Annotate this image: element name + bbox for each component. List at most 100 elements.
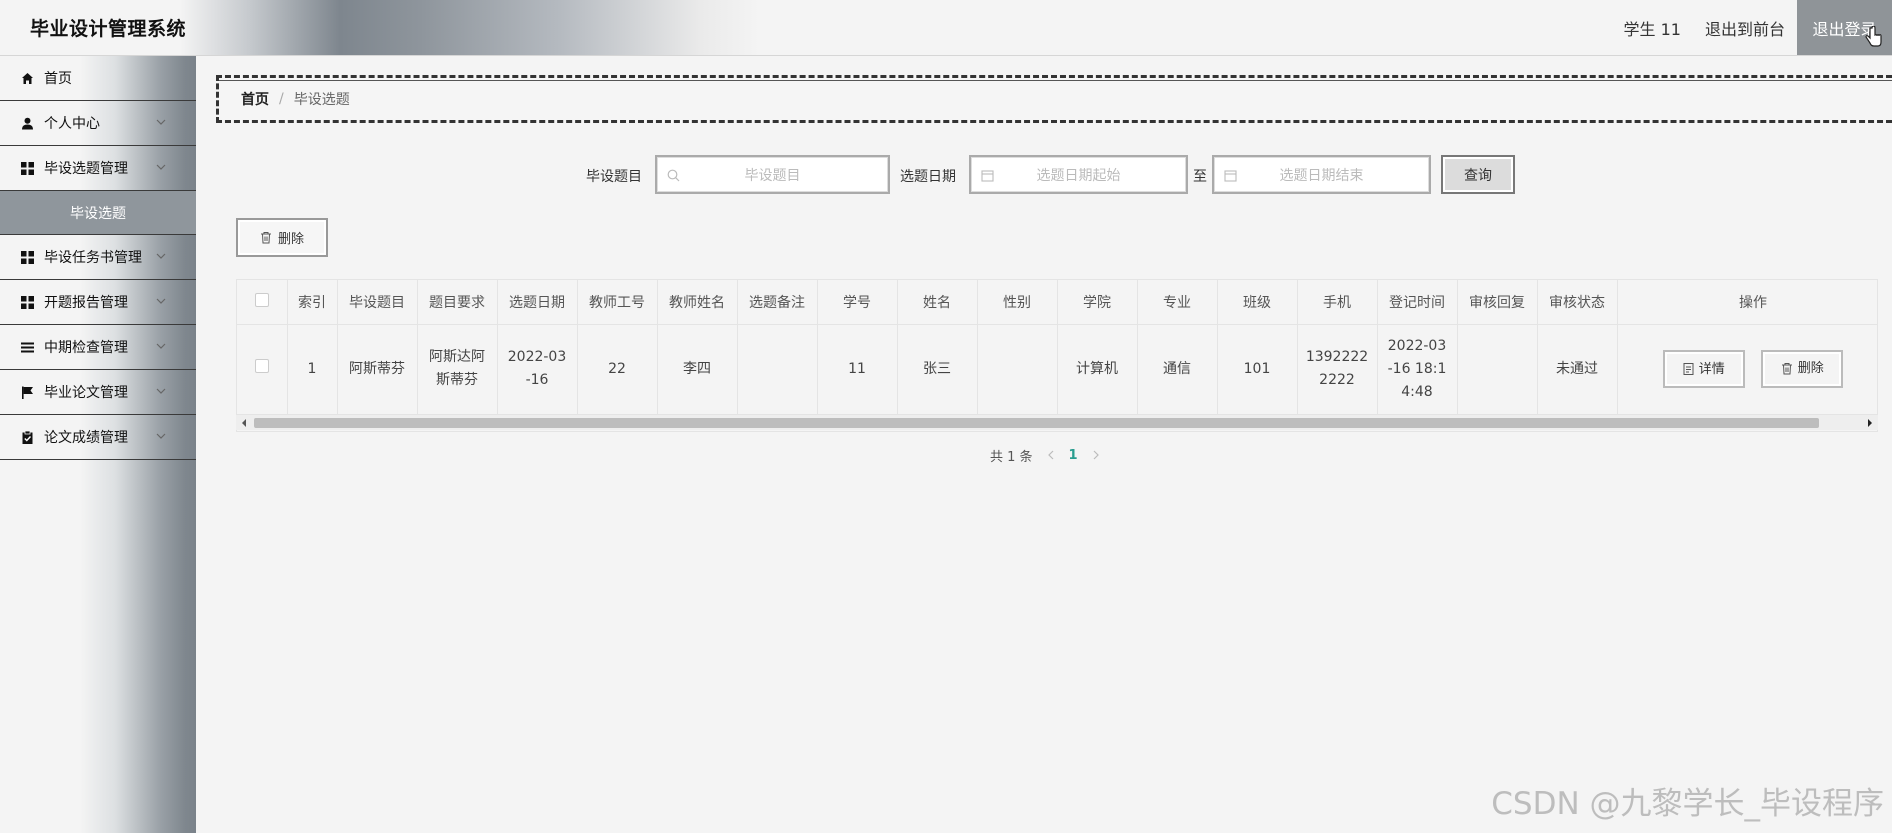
select-all-cell[interactable] <box>237 280 288 325</box>
column-header: 手机 <box>1297 280 1378 325</box>
sidebar-item-proposal-management[interactable]: 开题报告管理 <box>0 280 196 325</box>
breadcrumb-current: 毕设选题 <box>293 92 350 108</box>
column-header: 专业 <box>1137 280 1218 325</box>
column-header: 审核状态 <box>1537 280 1618 325</box>
column-header: 审核回复 <box>1457 280 1538 325</box>
cell-register-time: 2022-03-16 18:14:48 <box>1377 324 1458 415</box>
chevron-down-icon <box>156 388 166 394</box>
cell-phone: 13922222222 <box>1297 324 1378 415</box>
cell-review-reply <box>1457 324 1538 415</box>
column-header: 性别 <box>977 280 1058 325</box>
cell-class: 101 <box>1217 324 1298 415</box>
sidebar-item-home[interactable]: 首页 <box>0 56 196 101</box>
calendar-icon <box>981 170 994 182</box>
batch-delete-button[interactable]: 删除 <box>236 218 328 257</box>
breadcrumb-home[interactable]: 首页 <box>241 89 269 109</box>
cell-review-status: 未通过 <box>1537 324 1618 415</box>
cell-gender <box>977 324 1058 415</box>
scroll-right-icon[interactable] <box>1866 418 1874 428</box>
cell-index: 1 <box>287 324 338 415</box>
chevron-down-icon <box>156 343 166 349</box>
column-header: 操作 <box>1617 280 1877 325</box>
detail-label: 详情 <box>1698 361 1725 377</box>
search-form: 毕设题目 毕设题目 选题日期 选题日期起始 至 选题日期结束 查询 <box>0 155 1892 195</box>
logout-button[interactable]: 退出登录 <box>1797 0 1892 55</box>
start-date-input[interactable]: 选题日期起始 <box>969 155 1188 194</box>
row-delete-button[interactable]: 删除 <box>1761 349 1844 388</box>
header-actions: 学生 11 退出到前台 退出登录 <box>1624 0 1892 55</box>
trash-icon <box>260 232 271 244</box>
chevron-left-icon[interactable] <box>1045 449 1057 461</box>
topic-label: 毕设题目 <box>586 169 642 185</box>
column-header: 学院 <box>1057 280 1138 325</box>
chevron-down-icon <box>156 253 166 259</box>
column-header: 选题备注 <box>737 280 818 325</box>
column-header: 题目要求 <box>417 280 498 325</box>
sidebar-subitem-topic[interactable]: 毕设选题 <box>0 191 196 235</box>
top-header: 毕业设计管理系统 学生 11 退出到前台 退出登录 <box>0 0 1892 56</box>
cell-teacher-name: 李四 <box>657 324 738 415</box>
cell-select-date: 2022-03-16 <box>497 324 578 415</box>
breadcrumb: 首页 / 毕设选题 <box>216 75 1892 123</box>
list-icon <box>20 340 34 354</box>
exit-to-front-link[interactable]: 退出到前台 <box>1705 16 1785 40</box>
row-checkbox[interactable] <box>254 358 269 373</box>
sidebar-item-label: 首页 <box>44 71 72 87</box>
search-icon <box>667 169 680 182</box>
end-date-placeholder: 选题日期结束 <box>1279 167 1364 184</box>
sidebar-item-personal-center[interactable]: 个人中心 <box>0 101 196 146</box>
flag-icon <box>20 385 34 399</box>
row-select-cell[interactable] <box>237 324 288 415</box>
scrollbar-thumb[interactable] <box>254 418 1819 428</box>
date-label: 选题日期 <box>900 169 956 185</box>
column-header: 索引 <box>287 280 338 325</box>
column-header: 教师姓名 <box>657 280 738 325</box>
chevron-down-icon <box>156 433 166 439</box>
column-header: 姓名 <box>897 280 978 325</box>
clipboard-icon <box>20 430 34 444</box>
page-number[interactable]: 1 <box>1069 448 1078 463</box>
current-user: 学生 11 <box>1623 19 1681 39</box>
sidebar-item-label: 开题报告管理 <box>44 295 128 311</box>
trash-icon <box>1781 363 1792 375</box>
detail-button[interactable]: 详情 <box>1662 350 1745 389</box>
sidebar-item-grade-management[interactable]: 论文成绩管理 <box>0 415 196 460</box>
breadcrumb-separator: / <box>279 91 284 107</box>
chevron-right-icon[interactable] <box>1090 449 1102 461</box>
app-title: 毕业设计管理系统 <box>30 18 187 40</box>
cell-actions: 详情 删除 <box>1617 324 1877 415</box>
table-row: 1 阿斯蒂芬 阿斯达阿斯蒂芬 2022-03-16 22 李四 11 张三 计算… <box>237 324 1877 415</box>
topic-search-input[interactable]: 毕设题目 <box>655 155 890 194</box>
document-icon <box>1683 363 1694 376</box>
end-date-input[interactable]: 选题日期结束 <box>1212 155 1431 194</box>
date-range-separator: 至 <box>1193 169 1207 185</box>
table-header-row: 索引 毕设题目 题目要求 选题日期 教师工号 教师姓名 选题备注 学号 姓名 性… <box>237 280 1877 325</box>
calendar-icon <box>1224 170 1237 182</box>
horizontal-scrollbar[interactable] <box>236 415 1878 430</box>
column-header: 毕设题目 <box>337 280 418 325</box>
cell-note <box>737 324 818 415</box>
sidebar-item-label: 毕业论文管理 <box>44 385 128 401</box>
cell-requirement: 阿斯达阿斯蒂芬 <box>417 324 498 415</box>
cell-student-id: 11 <box>817 324 898 415</box>
cell-topic: 阿斯蒂芬 <box>337 324 418 415</box>
query-button[interactable]: 查询 <box>1441 155 1515 194</box>
select-all-checkbox[interactable] <box>254 292 269 307</box>
column-header: 选题日期 <box>497 280 578 325</box>
sidebar-item-label: 毕设任务书管理 <box>44 250 142 266</box>
sidebar-item-task-book-management[interactable]: 毕设任务书管理 <box>0 235 196 280</box>
hand-cursor-icon <box>1865 26 1882 47</box>
cell-college: 计算机 <box>1057 324 1138 415</box>
sidebar-item-label: 个人中心 <box>44 116 100 132</box>
column-header: 学号 <box>817 280 898 325</box>
chevron-down-icon <box>156 119 166 125</box>
sidebar-item-thesis-management[interactable]: 毕业论文管理 <box>0 370 196 415</box>
grid-icon <box>20 295 34 309</box>
grid-icon <box>20 250 34 264</box>
column-header: 登记时间 <box>1377 280 1458 325</box>
sidebar-item-midterm-management[interactable]: 中期检查管理 <box>0 325 196 370</box>
cell-name: 张三 <box>897 324 978 415</box>
start-date-placeholder: 选题日期起始 <box>1036 167 1121 184</box>
scroll-left-icon[interactable] <box>240 418 248 428</box>
data-table: 索引 毕设题目 题目要求 选题日期 教师工号 教师姓名 选题备注 学号 姓名 性… <box>236 279 1878 432</box>
